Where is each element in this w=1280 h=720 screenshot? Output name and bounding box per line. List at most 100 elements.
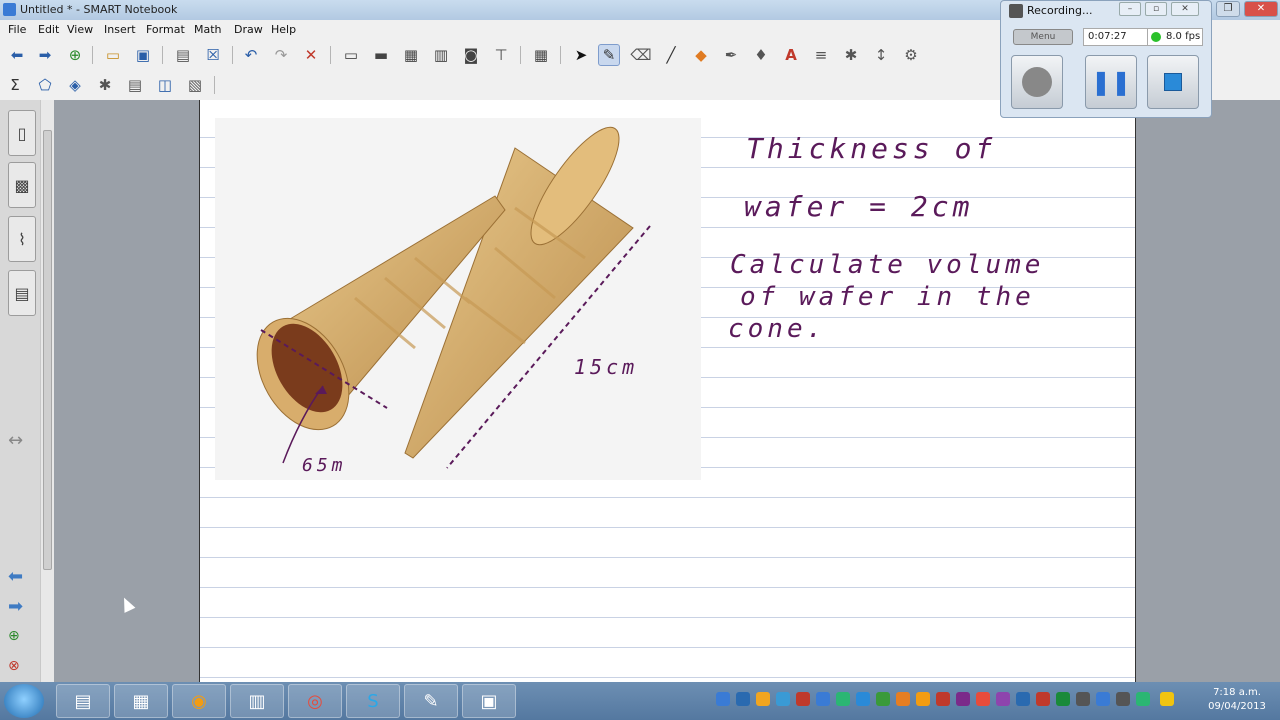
open-folder-icon[interactable]: ▭ [102, 44, 124, 66]
text-icon[interactable]: A [780, 44, 802, 66]
menu-view[interactable]: View [67, 23, 93, 36]
line-icon[interactable]: ╱ [660, 44, 682, 66]
screen-capture-icon[interactable]: ◙ [460, 44, 482, 66]
taskbar-tool-icon[interactable]: ▥ [230, 684, 284, 718]
tray-icon-9[interactable] [876, 692, 890, 706]
shapes-icon[interactable]: ◆ [690, 44, 712, 66]
transparent-bg-icon[interactable]: ▦ [400, 44, 422, 66]
pen-icon[interactable]: ✎ [598, 44, 620, 66]
stop-icon [1164, 73, 1182, 91]
measure-tools-icon[interactable]: ✱ [840, 44, 862, 66]
previous-page-icon[interactable]: ⬅ [8, 566, 23, 587]
undo-icon[interactable]: ↶ [240, 44, 262, 66]
page-sorter-tab[interactable]: ▯ [8, 110, 36, 156]
taskbar-explorer-icon[interactable]: ▤ [56, 684, 110, 718]
delete-page-side-icon[interactable]: ⊗ [8, 658, 20, 674]
tray-icon-12[interactable] [936, 692, 950, 706]
table-icon[interactable]: ▦ [530, 44, 552, 66]
gallery-tab[interactable]: ▩ [8, 162, 36, 208]
tray-icon-18[interactable] [1056, 692, 1070, 706]
taskbar-calculator-icon[interactable]: ▦ [114, 684, 168, 718]
tray-icon-19[interactable] [1076, 692, 1090, 706]
sigma-icon[interactable]: Σ [4, 74, 26, 96]
taskbar-firefox-icon[interactable]: ◉ [172, 684, 226, 718]
start-button[interactable] [4, 684, 44, 718]
paste-icon[interactable]: ▤ [172, 44, 194, 66]
full-screen-icon[interactable]: ▬ [370, 44, 392, 66]
recorder-close-button[interactable]: ✕ [1171, 2, 1199, 16]
tray-icon-10[interactable] [896, 692, 910, 706]
tray-icon-11[interactable] [916, 692, 930, 706]
resize-handle-icon[interactable]: ↔ [8, 430, 23, 451]
tray-icon-23[interactable] [1160, 692, 1174, 706]
magic-pen-icon[interactable]: ✒ [720, 44, 742, 66]
taskbar-clock[interactable]: 7:18 a.m. 09/04/2013 [1202, 686, 1272, 714]
menu-help[interactable]: Help [271, 23, 296, 36]
add-page-side-icon[interactable]: ⊕ [8, 628, 20, 644]
taskbar-recorder-icon[interactable]: ▣ [462, 684, 516, 718]
tray-icon-1[interactable] [716, 692, 730, 706]
tray-icon-15[interactable] [996, 692, 1010, 706]
delete-page-icon[interactable]: ☒ [202, 44, 224, 66]
menu-format[interactable]: Format [146, 23, 185, 36]
ice-cream-cones-image[interactable] [215, 118, 701, 480]
menu-insert[interactable]: Insert [104, 23, 136, 36]
activity-icon[interactable]: ◈ [64, 74, 86, 96]
select-arrow-icon[interactable]: ➤ [570, 44, 592, 66]
customize-icon[interactable]: ⚙ [900, 44, 922, 66]
recorder-window[interactable]: Recording... – ▫ ✕ Menu 0:07:27 8.0 fps … [1000, 0, 1212, 118]
recorder-restore-button[interactable]: ▫ [1145, 2, 1167, 16]
screen-shade-icon[interactable]: ▭ [340, 44, 362, 66]
tray-icon-2[interactable] [736, 692, 750, 706]
properties-icon[interactable]: ≡ [810, 44, 832, 66]
attachments-tab[interactable]: ⌇ [8, 216, 36, 262]
menu-math[interactable]: Math [194, 23, 222, 36]
properties-tab[interactable]: ▤ [8, 270, 36, 316]
tray-icon-17[interactable] [1036, 692, 1050, 706]
tray-icon-22[interactable] [1136, 692, 1150, 706]
record-button[interactable] [1011, 55, 1063, 109]
math-tools-icon[interactable]: ✱ [94, 74, 116, 96]
taskbar-chrome-icon[interactable]: ◎ [288, 684, 342, 718]
save-icon[interactable]: ▣ [132, 44, 154, 66]
menu-file[interactable]: File [8, 23, 26, 36]
move-toolbar-icon[interactable]: ↕ [870, 44, 892, 66]
recorder-menu-dropdown[interactable]: Menu [1013, 29, 1073, 45]
response-icon[interactable]: ⬠ [34, 74, 56, 96]
taskbar-notebook-icon[interactable]: ✎ [404, 684, 458, 718]
next-page-icon[interactable]: ➡ [8, 596, 23, 617]
recorder-minimize-button[interactable]: – [1119, 2, 1141, 16]
fill-icon[interactable]: ♦ [750, 44, 772, 66]
tray-icon-3[interactable] [756, 692, 770, 706]
taskbar-skype-icon[interactable]: S [346, 684, 400, 718]
graph-icon[interactable]: ◫ [154, 74, 176, 96]
menu-edit[interactable]: Edit [38, 23, 59, 36]
tray-icon-16[interactable] [1016, 692, 1030, 706]
close-window-button[interactable]: ✕ [1244, 1, 1278, 17]
onenote-tray-icon[interactable] [956, 692, 970, 706]
tray-icon-20[interactable] [1096, 692, 1110, 706]
side-scrollbar[interactable] [40, 100, 54, 682]
tray-icon-14[interactable] [976, 692, 990, 706]
back-arrow-icon[interactable]: ⬅ [6, 44, 28, 66]
table-tools-icon[interactable]: ▤ [124, 74, 146, 96]
stop-button[interactable] [1147, 55, 1199, 109]
tray-icon-21[interactable] [1116, 692, 1130, 706]
tray-icon-8[interactable] [856, 692, 870, 706]
restore-button[interactable]: ❐ [1216, 1, 1240, 17]
eraser-icon[interactable]: ⌫ [630, 44, 652, 66]
tray-icon-7[interactable] [836, 692, 850, 706]
forward-arrow-icon[interactable]: ➡ [34, 44, 56, 66]
delete-icon[interactable]: ✕ [300, 44, 322, 66]
tray-icon-6[interactable] [816, 692, 830, 706]
menu-draw[interactable]: Draw [234, 23, 263, 36]
scroll-thumb[interactable] [43, 130, 52, 570]
document-camera-icon[interactable]: ⊤ [490, 44, 512, 66]
add-page-icon[interactable]: ⊕ [64, 44, 86, 66]
dual-page-icon[interactable]: ▥ [430, 44, 452, 66]
pause-button[interactable]: ❚❚ [1085, 55, 1137, 109]
redo-icon[interactable]: ↷ [270, 44, 292, 66]
extra-tools-icon[interactable]: ▧ [184, 74, 206, 96]
tray-icon-4[interactable] [776, 692, 790, 706]
tray-icon-5[interactable] [796, 692, 810, 706]
